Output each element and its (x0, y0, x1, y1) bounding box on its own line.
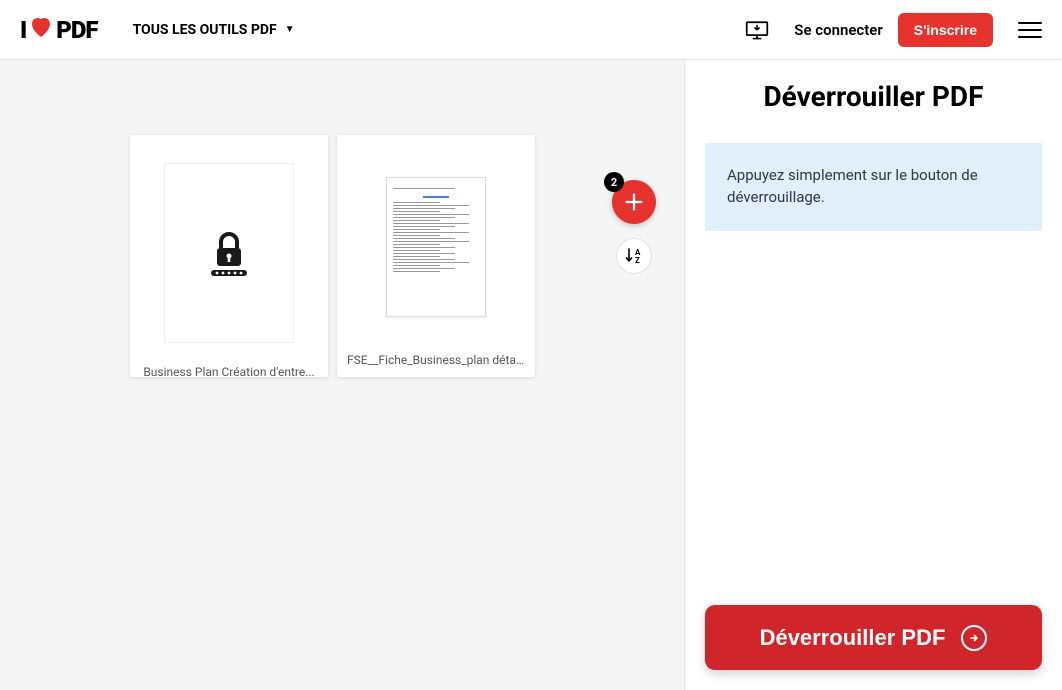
sidebar-panel: Déverrouiller PDF Appuyez simplement sur… (684, 60, 1062, 690)
caret-down-icon: ▼ (285, 24, 295, 35)
tools-label: TOUS LES OUTILS PDF (133, 22, 277, 38)
unlock-button-label: Déverrouiller PDF (760, 625, 946, 651)
file-list: Business Plan Création d'entre... (130, 135, 684, 377)
panel-title: Déverrouiller PDF (705, 80, 1042, 113)
signin-link[interactable]: Se connecter (794, 21, 882, 39)
workspace: Business Plan Création d'entre... (0, 60, 684, 690)
hint-box: Appuyez simplement sur le bouton de déve… (705, 143, 1042, 231)
download-desktop-icon[interactable] (745, 18, 769, 42)
logo-suffix: PDF (56, 16, 97, 44)
file-preview-doc (337, 135, 535, 345)
file-count-badge: 2 (604, 172, 624, 192)
file-name: Business Plan Création d'entre... (130, 357, 328, 377)
file-name: FSE__Fiche_Business_plan déta... (337, 345, 535, 377)
svg-text:Z: Z (635, 256, 640, 265)
sort-az-icon: AZ (624, 246, 644, 266)
add-file-button[interactable]: 2 (612, 180, 656, 224)
main: Business Plan Création d'entre... (0, 60, 1062, 690)
logo[interactable]: I PDF (20, 16, 98, 44)
logo-prefix: I (20, 16, 26, 44)
signup-button[interactable]: S'inscrire (898, 13, 993, 47)
header: I PDF TOUS LES OUTILS PDF ▼ Se connecter… (0, 0, 1062, 60)
file-card[interactable]: Business Plan Création d'entre... (130, 135, 328, 377)
tools-dropdown[interactable]: TOUS LES OUTILS PDF ▼ (133, 22, 295, 38)
arrow-right-icon (961, 625, 987, 651)
menu-icon[interactable] (1018, 17, 1042, 43)
file-preview-locked (130, 135, 328, 357)
floating-tools: 2 AZ (612, 180, 656, 274)
lock-icon (205, 228, 253, 278)
doc-thumb (386, 177, 486, 317)
plus-icon (623, 191, 645, 213)
sort-button[interactable]: AZ (616, 238, 652, 274)
heart-icon (28, 16, 54, 44)
file-card[interactable]: FSE__Fiche_Business_plan déta... (337, 135, 535, 377)
unlock-button[interactable]: Déverrouiller PDF (705, 605, 1042, 670)
